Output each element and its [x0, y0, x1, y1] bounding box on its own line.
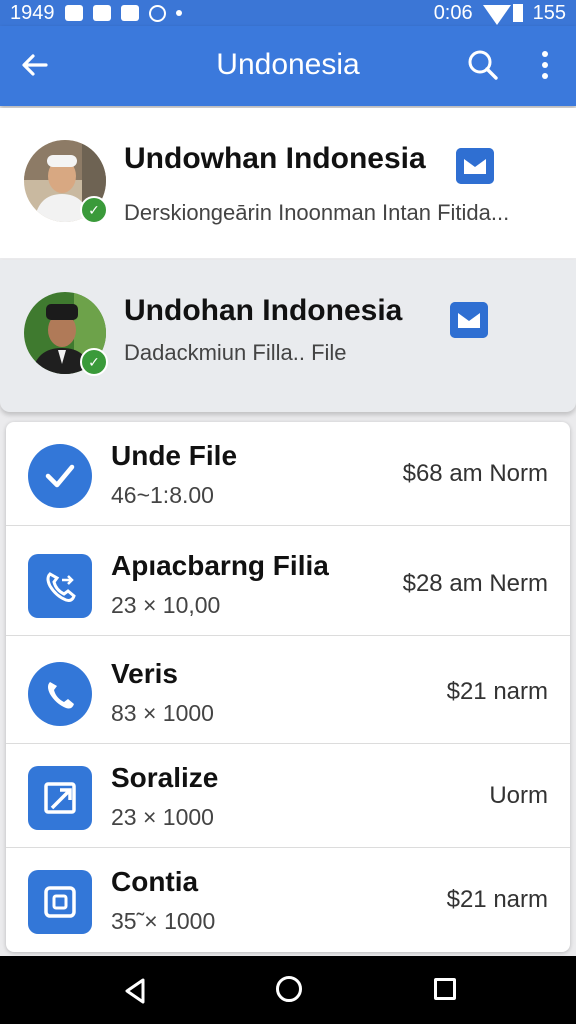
envelope-icon[interactable]	[450, 302, 488, 338]
battery-icon	[512, 4, 523, 22]
status-time-left: 1949	[10, 1, 55, 24]
status-time-right: 0:06	[433, 1, 473, 24]
channel-card[interactable]: ✓ Undohan Indonesia Dadackmiun Filla.. F…	[0, 260, 576, 412]
channel-title: Undowhan Indonesia	[124, 142, 426, 175]
list-item[interactable]: Contia 35˜× 1000 $21 narm	[6, 848, 570, 952]
check-icon	[28, 444, 92, 508]
verified-badge-icon: ✓	[80, 348, 108, 376]
item-detail: 83 × 1000	[111, 700, 214, 726]
resize-icon	[28, 766, 92, 830]
nav-back-icon[interactable]	[124, 978, 146, 1004]
channel-subtitle: Dadackmiun Filla.. File	[124, 340, 347, 365]
camera-icon	[28, 870, 92, 934]
check-notification-icon	[120, 5, 139, 21]
avatar: ✓	[24, 292, 108, 376]
list-item[interactable]: Veris 83 × 1000 $21 narm	[6, 640, 570, 744]
channel-card[interactable]: ✓ Undowhan Indonesia Derskiongeārin Inoo…	[0, 108, 576, 258]
eye-icon	[148, 4, 166, 22]
list-item[interactable]: Unde File 46~1:8.00 $68 am Norm	[6, 422, 570, 526]
more-options-icon[interactable]	[530, 48, 560, 82]
wifi-icon	[482, 5, 511, 25]
item-name: Soralize	[111, 762, 219, 793]
dot-icon	[175, 10, 182, 16]
status-bar: 1949 0:06 155	[0, 0, 576, 26]
item-price: $21 narm	[446, 886, 548, 913]
item-price: $21 narm	[446, 678, 548, 705]
channel-subtitle: Derskiongeārin Inoonman Intan Fitida...	[124, 200, 510, 225]
system-nav-bar	[0, 956, 576, 1024]
battery-level: 155	[532, 1, 566, 24]
nav-home-icon[interactable]	[276, 976, 302, 1002]
item-price: Uorm	[489, 782, 548, 809]
item-price: $28 am Nerm	[402, 570, 548, 597]
phone-icon	[28, 662, 92, 726]
phone-call-icon	[28, 554, 92, 618]
app-bar: Undonesia	[0, 26, 576, 106]
item-price: $68 am Norm	[402, 460, 548, 487]
notification-icon	[64, 5, 83, 21]
envelope-icon[interactable]	[456, 148, 494, 184]
file-list: Unde File 46~1:8.00 $68 am Norm Apıacbar…	[6, 422, 570, 952]
channel-title: Undohan Indonesia	[124, 294, 403, 327]
list-item[interactable]: Soralize 23 × 1000 Uorm	[6, 744, 570, 848]
item-detail: 35˜× 1000	[111, 908, 216, 934]
list-item[interactable]: Apıacbarng Filia 23 × 10,00 $28 am Nerm	[6, 532, 570, 636]
nav-recents-icon[interactable]	[434, 978, 456, 1000]
avatar: ✓	[24, 140, 108, 224]
item-detail: 23 × 10,00	[111, 592, 221, 618]
item-name: Apıacbarng Filia	[111, 550, 329, 581]
item-detail: 23 × 1000	[111, 804, 214, 830]
message-icon	[92, 5, 111, 21]
item-name: Veris	[111, 658, 178, 689]
verified-badge-icon: ✓	[80, 196, 108, 224]
search-icon[interactable]	[466, 48, 500, 82]
item-name: Unde File	[111, 440, 238, 471]
item-name: Contia	[111, 866, 199, 897]
item-detail: 46~1:8.00	[111, 482, 214, 508]
